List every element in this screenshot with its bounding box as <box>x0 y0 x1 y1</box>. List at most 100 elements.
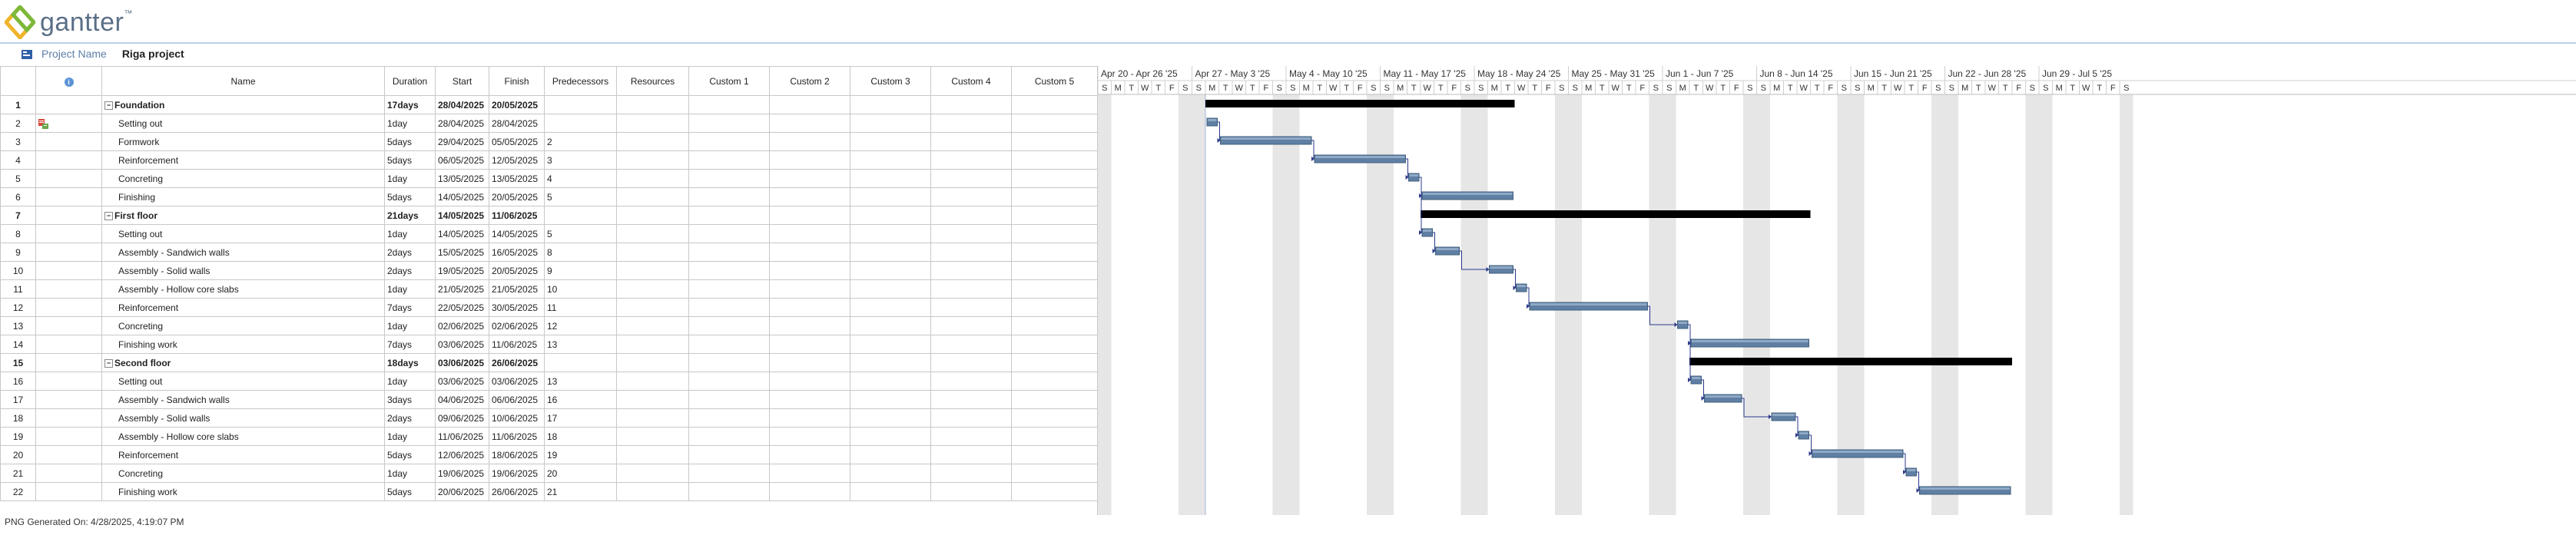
task-custom5[interactable] <box>1011 95 1098 114</box>
task-custom3[interactable] <box>850 316 931 335</box>
task-custom1[interactable] <box>688 132 770 151</box>
task-custom5[interactable] <box>1011 464 1098 483</box>
task-resources[interactable] <box>616 408 689 428</box>
task-name-cell[interactable]: Finishing work <box>101 335 385 354</box>
task-custom4[interactable] <box>930 353 1012 372</box>
task-custom5[interactable] <box>1011 408 1098 428</box>
row-number[interactable]: 4 <box>0 150 36 170</box>
task-custom5[interactable] <box>1011 187 1098 206</box>
task-finish[interactable]: 03/06/2025 <box>489 372 545 391</box>
task-predecessors[interactable]: 12 <box>544 316 617 335</box>
task-custom5[interactable] <box>1011 279 1098 299</box>
col-header-predecessors[interactable]: Predecessors <box>544 66 617 96</box>
task-custom2[interactable] <box>769 298 850 317</box>
task-duration[interactable]: 5days <box>384 187 436 206</box>
task-custom4[interactable] <box>930 114 1012 133</box>
task-custom1[interactable] <box>688 224 770 243</box>
task-duration[interactable]: 2days <box>384 261 436 280</box>
task-start[interactable]: 03/06/2025 <box>435 353 489 372</box>
task-custom1[interactable] <box>688 408 770 428</box>
row-number[interactable]: 19 <box>0 427 36 446</box>
task-name-cell[interactable]: Reinforcement <box>101 298 385 317</box>
task-custom3[interactable] <box>850 261 931 280</box>
row-number[interactable]: 7 <box>0 206 36 225</box>
task-resources[interactable] <box>616 316 689 335</box>
row-number[interactable]: 13 <box>0 316 36 335</box>
task-custom5[interactable] <box>1011 169 1098 188</box>
task-predecessors[interactable]: 20 <box>544 464 617 483</box>
task-custom2[interactable] <box>769 150 850 170</box>
task-custom2[interactable] <box>769 408 850 428</box>
row-number[interactable]: 6 <box>0 187 36 206</box>
task-custom1[interactable] <box>688 316 770 335</box>
task-custom4[interactable] <box>930 169 1012 188</box>
row-number[interactable]: 12 <box>0 298 36 317</box>
task-name-cell[interactable]: Setting out <box>101 224 385 243</box>
task-resources[interactable] <box>616 335 689 354</box>
task-custom5[interactable] <box>1011 353 1098 372</box>
task-resources[interactable] <box>616 243 689 262</box>
task-resources[interactable] <box>616 224 689 243</box>
task-row[interactable]: 5 Concreting 1day 13/05/2025 13/05/2025 4 <box>0 169 1098 188</box>
task-start[interactable]: 28/04/2025 <box>435 95 489 114</box>
task-row[interactable]: 12 Reinforcement 7days 22/05/2025 30/05/2025… <box>0 298 1098 317</box>
task-finish[interactable]: 26/06/2025 <box>489 482 545 501</box>
task-custom1[interactable] <box>688 114 770 133</box>
task-finish[interactable]: 28/04/2025 <box>489 114 545 133</box>
project-name[interactable]: Riga project <box>122 48 184 60</box>
task-row[interactable]: 20 Reinforcement 5days 12/06/2025 18/06/2025… <box>0 445 1098 464</box>
task-custom2[interactable] <box>769 316 850 335</box>
task-resources[interactable] <box>616 353 689 372</box>
task-resources[interactable] <box>616 464 689 483</box>
task-resources[interactable] <box>616 261 689 280</box>
task-name-cell[interactable]: Reinforcement <box>101 445 385 464</box>
task-custom5[interactable] <box>1011 261 1098 280</box>
task-predecessors[interactable]: 18 <box>544 427 617 446</box>
task-custom3[interactable] <box>850 279 931 299</box>
task-predecessors[interactable]: 5 <box>544 187 617 206</box>
task-custom3[interactable] <box>850 243 931 262</box>
task-custom2[interactable] <box>769 353 850 372</box>
task-custom4[interactable] <box>930 390 1012 409</box>
row-number[interactable]: 20 <box>0 445 36 464</box>
task-custom1[interactable] <box>688 445 770 464</box>
task-resources[interactable] <box>616 95 689 114</box>
task-name-cell[interactable]: Finishing work <box>101 482 385 501</box>
task-custom1[interactable] <box>688 335 770 354</box>
task-custom5[interactable] <box>1011 372 1098 391</box>
row-number[interactable]: 17 <box>0 390 36 409</box>
task-predecessors[interactable]: 17 <box>544 408 617 428</box>
task-finish[interactable]: 13/05/2025 <box>489 169 545 188</box>
task-custom1[interactable] <box>688 169 770 188</box>
task-custom5[interactable] <box>1011 445 1098 464</box>
task-custom3[interactable] <box>850 206 931 225</box>
task-custom4[interactable] <box>930 132 1012 151</box>
task-resources[interactable] <box>616 132 689 151</box>
task-start[interactable]: 11/06/2025 <box>435 427 489 446</box>
task-duration[interactable]: 5days <box>384 132 436 151</box>
task-finish[interactable]: 02/06/2025 <box>489 316 545 335</box>
task-custom3[interactable] <box>850 132 931 151</box>
task-finish[interactable]: 21/05/2025 <box>489 279 545 299</box>
task-finish[interactable]: 26/06/2025 <box>489 353 545 372</box>
task-finish[interactable]: 14/05/2025 <box>489 224 545 243</box>
task-name-cell[interactable]: Assembly - Sandwich walls <box>101 390 385 409</box>
task-duration[interactable]: 21days <box>384 206 436 225</box>
row-number[interactable]: 14 <box>0 335 36 354</box>
collapse-toggle-icon[interactable]: − <box>104 211 113 220</box>
task-row[interactable]: 18 Assembly - Solid walls 2days 09/06/2025 1… <box>0 408 1098 428</box>
task-row[interactable]: 1− Foundation 17days 28/04/2025 20/05/2025 <box>0 95 1098 114</box>
task-start[interactable]: 04/06/2025 <box>435 390 489 409</box>
task-finish[interactable]: 05/05/2025 <box>489 132 545 151</box>
task-duration[interactable]: 1day <box>384 114 436 133</box>
task-custom2[interactable] <box>769 335 850 354</box>
task-name-cell[interactable]: − First floor <box>101 206 385 225</box>
task-resources[interactable] <box>616 482 689 501</box>
task-custom2[interactable] <box>769 187 850 206</box>
task-predecessors[interactable]: 19 <box>544 445 617 464</box>
task-custom4[interactable] <box>930 335 1012 354</box>
task-custom1[interactable] <box>688 390 770 409</box>
task-finish[interactable]: 11/06/2025 <box>489 335 545 354</box>
task-finish[interactable]: 18/06/2025 <box>489 445 545 464</box>
task-custom4[interactable] <box>930 243 1012 262</box>
